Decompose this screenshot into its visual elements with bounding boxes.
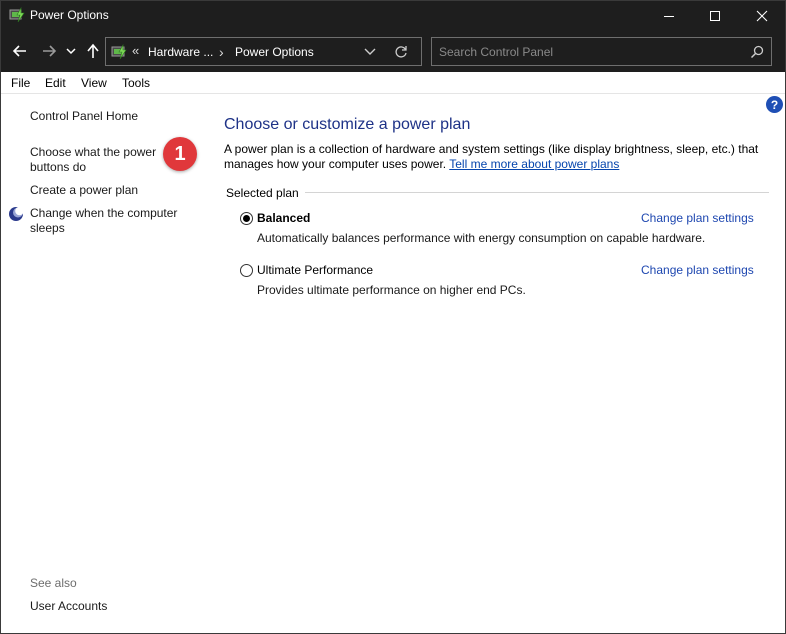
intro-text: A power plan is a collection of hardware… bbox=[224, 142, 764, 172]
group-divider bbox=[226, 192, 769, 193]
search-icon[interactable] bbox=[750, 45, 764, 62]
plan-desc-balanced: Automatically balances performance with … bbox=[257, 231, 706, 245]
chevron-down-icon bbox=[66, 48, 76, 55]
navigation-bar: « Hardware ... › Power Options bbox=[0, 31, 786, 72]
maximize-button[interactable] bbox=[692, 0, 738, 31]
forward-button[interactable] bbox=[38, 40, 60, 62]
breadcrumb-overflow[interactable]: « bbox=[132, 43, 139, 58]
search-input[interactable] bbox=[439, 43, 739, 61]
breadcrumb-arrow[interactable]: › bbox=[219, 44, 224, 60]
change-sleep-link[interactable]: Change when the computer sleeps bbox=[30, 206, 190, 236]
change-plan-settings-balanced[interactable]: Change plan settings bbox=[641, 211, 754, 225]
menu-bar: File Edit View Tools bbox=[0, 72, 786, 94]
plan-desc-ultimate: Provides ultimate performance on higher … bbox=[257, 283, 526, 297]
recent-locations-button[interactable] bbox=[63, 40, 79, 62]
back-button[interactable] bbox=[9, 40, 31, 62]
change-plan-settings-ultimate[interactable]: Change plan settings bbox=[641, 263, 754, 277]
up-button[interactable] bbox=[82, 40, 104, 62]
address-dropdown-button[interactable] bbox=[363, 44, 377, 61]
balanced-radio[interactable] bbox=[240, 212, 253, 225]
step-badge: 1 bbox=[163, 137, 197, 171]
menu-edit[interactable]: Edit bbox=[45, 76, 66, 90]
sleep-moon-icon bbox=[8, 206, 24, 222]
close-button[interactable] bbox=[739, 0, 785, 31]
arrow-up-icon bbox=[87, 43, 99, 58]
title-bar: Power Options bbox=[0, 0, 786, 31]
plan-name-balanced[interactable]: Balanced bbox=[257, 211, 310, 225]
control-panel-location-icon bbox=[110, 43, 128, 61]
tell-me-more-link[interactable]: Tell me more about power plans bbox=[449, 157, 619, 171]
help-icon[interactable]: ? bbox=[766, 96, 783, 113]
breadcrumb-hardware[interactable]: Hardware ... bbox=[148, 45, 213, 59]
page-title: Choose or customize a power plan bbox=[224, 116, 471, 133]
create-power-plan-link[interactable]: Create a power plan bbox=[30, 183, 190, 198]
window-title: Power Options bbox=[30, 8, 109, 22]
choose-power-buttons-link[interactable]: Choose what the power buttons do bbox=[30, 145, 162, 175]
see-also-label: See also bbox=[30, 576, 77, 590]
user-accounts-link[interactable]: User Accounts bbox=[30, 599, 107, 613]
minimize-icon bbox=[664, 15, 674, 17]
address-bar[interactable]: « Hardware ... › Power Options bbox=[105, 37, 422, 66]
selected-plan-label: Selected plan bbox=[226, 186, 305, 200]
refresh-icon bbox=[395, 46, 407, 58]
arrow-right-icon bbox=[43, 45, 57, 57]
menu-file[interactable]: File bbox=[11, 76, 30, 90]
control-panel-home-link[interactable]: Control Panel Home bbox=[30, 109, 190, 124]
power-options-icon bbox=[9, 6, 25, 23]
menu-tools[interactable]: Tools bbox=[122, 76, 150, 90]
ultimate-performance-radio[interactable] bbox=[240, 264, 253, 277]
menu-view[interactable]: View bbox=[81, 76, 107, 90]
minimize-button[interactable] bbox=[646, 0, 692, 31]
chevron-down-icon bbox=[364, 48, 376, 55]
left-pane bbox=[0, 94, 200, 634]
close-icon bbox=[756, 10, 768, 21]
maximize-icon bbox=[710, 10, 720, 21]
search-box[interactable] bbox=[431, 37, 772, 66]
refresh-button[interactable] bbox=[393, 44, 409, 63]
arrow-left-icon bbox=[12, 45, 26, 57]
plan-name-ultimate[interactable]: Ultimate Performance bbox=[257, 263, 373, 277]
breadcrumb-power-options[interactable]: Power Options bbox=[235, 45, 314, 59]
